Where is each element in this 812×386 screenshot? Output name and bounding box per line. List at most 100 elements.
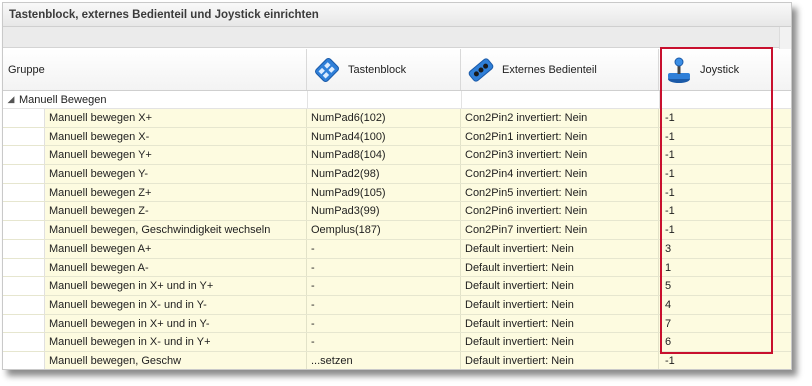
- column-header-external[interactable]: Externes Bedienteil: [461, 49, 659, 90]
- table-row[interactable]: Manuell bewegen Z+ NumPad9(105) Con2Pin5 i…: [3, 183, 791, 203]
- cell-joystick[interactable]: -1: [659, 351, 791, 369]
- cell-function[interactable]: Manuell bewegen Y-: [45, 165, 307, 183]
- cell-function[interactable]: Manuell bewegen in X+ und in Y+: [45, 277, 307, 295]
- cell-joystick[interactable]: 6: [659, 333, 791, 351]
- cell-function[interactable]: Manuell bewegen X+: [45, 109, 307, 127]
- cell-joystick[interactable]: 3: [659, 239, 791, 258]
- row-indent: [3, 146, 45, 165]
- cell-external[interactable]: Con2Pin7 invertiert: Nein: [461, 221, 659, 239]
- cell-keypad[interactable]: ...setzen: [307, 351, 461, 369]
- column-header-joystick[interactable]: Joystick: [659, 49, 791, 90]
- cell-external[interactable]: Default invertiert: Nein: [461, 333, 659, 351]
- cell-joystick[interactable]: -1: [659, 183, 791, 202]
- keypad-icon: [315, 57, 339, 82]
- cell-keypad[interactable]: NumPad8(104): [307, 146, 461, 165]
- cell-external[interactable]: Default invertiert: Nein: [461, 314, 659, 333]
- cell-external[interactable]: Con2Pin6 invertiert: Nein: [461, 202, 659, 221]
- cell-function[interactable]: Manuell bewegen, Geschwindigkeit wechsel…: [45, 221, 307, 239]
- row-indent: [3, 127, 45, 146]
- cell-keypad[interactable]: NumPad4(100): [307, 127, 461, 146]
- row-indent: [3, 202, 45, 221]
- cell-function[interactable]: Manuell bewegen Z-: [45, 202, 307, 221]
- cell-external[interactable]: Default invertiert: Nein: [461, 295, 659, 314]
- column-header-keypad[interactable]: Tastenblock: [307, 49, 461, 90]
- cell-function[interactable]: Manuell bewegen A+: [45, 239, 307, 258]
- cell-keypad[interactable]: -: [307, 314, 461, 333]
- cell-joystick[interactable]: 7: [659, 314, 791, 333]
- row-indent: [3, 239, 45, 258]
- group-row-keypad-cell: [307, 91, 461, 108]
- cell-joystick[interactable]: 5: [659, 277, 791, 295]
- cell-joystick[interactable]: -1: [659, 127, 791, 146]
- cell-keypad[interactable]: -: [307, 258, 461, 277]
- cell-function[interactable]: Manuell bewegen X-: [45, 127, 307, 146]
- cell-external[interactable]: Con2Pin1 invertiert: Nein: [461, 127, 659, 146]
- group-row-external-cell: [461, 91, 659, 108]
- column-header-external-label: Externes Bedienteil: [502, 63, 597, 76]
- cell-keypad[interactable]: Oemplus(187): [307, 221, 461, 239]
- table-row[interactable]: Manuell bewegen, Geschw ...setzen Default …: [3, 351, 791, 369]
- column-header-group[interactable]: Gruppe: [3, 49, 307, 90]
- cell-external[interactable]: Default invertiert: Nein: [461, 258, 659, 277]
- row-indent: [3, 277, 45, 295]
- cell-external[interactable]: Con2Pin3 invertiert: Nein: [461, 146, 659, 165]
- table-row[interactable]: Manuell bewegen, Geschwindigkeit wechsel…: [3, 221, 791, 240]
- cell-function[interactable]: Manuell bewegen in X+ und in Y-: [45, 314, 307, 333]
- table-row[interactable]: Manuell bewegen in X+ und in Y+ - Default …: [3, 277, 791, 296]
- cell-joystick[interactable]: -1: [659, 109, 791, 127]
- table-row[interactable]: Manuell bewegen A- - Default invertiert: N…: [3, 258, 791, 278]
- cell-function[interactable]: Manuell bewegen in X- und in Y-: [45, 295, 307, 314]
- row-indent: [3, 183, 45, 202]
- row-indent: [3, 314, 45, 333]
- cell-keypad[interactable]: -: [307, 333, 461, 351]
- cell-keypad[interactable]: NumPad3(99): [307, 202, 461, 221]
- cell-external[interactable]: Con2Pin4 invertiert: Nein: [461, 165, 659, 183]
- control-panel-icon: [468, 57, 494, 82]
- group-row-joystick-cell: [659, 91, 791, 108]
- row-indent: [3, 165, 45, 183]
- group-row-label: Manuell Bewegen: [19, 93, 107, 106]
- cell-keypad[interactable]: -: [307, 239, 461, 258]
- cell-function[interactable]: Manuell bewegen in X- und in Y+: [45, 333, 307, 351]
- group-panel[interactable]: [3, 27, 791, 48]
- row-indent: [3, 109, 45, 127]
- cell-external[interactable]: Default invertiert: Nein: [461, 239, 659, 258]
- cell-external[interactable]: Con2Pin5 invertiert: Nein: [461, 183, 659, 202]
- cell-joystick[interactable]: -1: [659, 221, 791, 239]
- table-row[interactable]: Manuell bewegen in X+ und in Y- - Default …: [3, 314, 791, 334]
- table-row[interactable]: Manuell bewegen Y+ NumPad8(104) Con2Pin3 i…: [3, 146, 791, 166]
- table-row[interactable]: Manuell bewegen Z- NumPad3(99) Con2Pin6 in…: [3, 202, 791, 222]
- row-indent: [3, 295, 45, 314]
- cell-function[interactable]: Manuell bewegen Y+: [45, 146, 307, 165]
- grid-rows: Manuell bewegen X+ NumPad6(102) Con2Pin2 i…: [3, 109, 791, 369]
- cell-keypad[interactable]: NumPad6(102): [307, 109, 461, 127]
- cell-joystick[interactable]: -1: [659, 165, 791, 183]
- column-header-keypad-label: Tastenblock: [348, 63, 407, 76]
- cell-external[interactable]: Default invertiert: Nein: [461, 277, 659, 295]
- table-row[interactable]: Manuell bewegen in X- und in Y+ - Default …: [3, 333, 791, 352]
- cell-external[interactable]: Con2Pin2 invertiert: Nein: [461, 109, 659, 127]
- cell-external[interactable]: Default invertiert: Nein: [461, 351, 659, 369]
- group-row[interactable]: ◢ Manuell Bewegen: [3, 91, 791, 109]
- cell-joystick[interactable]: 1: [659, 258, 791, 277]
- cell-keypad[interactable]: NumPad2(98): [307, 165, 461, 183]
- cell-function[interactable]: Manuell bewegen A-: [45, 258, 307, 277]
- assignment-grid: Gruppe Tastenblock Externes Bedienteil J…: [3, 49, 791, 369]
- table-row[interactable]: Manuell bewegen X+ NumPad6(102) Con2Pin2 i…: [3, 109, 791, 128]
- cell-joystick[interactable]: -1: [659, 146, 791, 165]
- window-title: Tastenblock, externes Bedienteil und Joy…: [3, 3, 791, 27]
- row-indent: [3, 221, 45, 239]
- cell-joystick[interactable]: 4: [659, 295, 791, 314]
- table-row[interactable]: Manuell bewegen A+ - Default invertiert: N…: [3, 239, 791, 259]
- cell-function[interactable]: Manuell bewegen, Geschw: [45, 351, 307, 369]
- cell-keypad[interactable]: -: [307, 295, 461, 314]
- collapse-arrow-icon[interactable]: ◢: [3, 94, 19, 105]
- grid-header: Gruppe Tastenblock Externes Bedienteil J…: [3, 49, 791, 91]
- cell-keypad[interactable]: -: [307, 277, 461, 295]
- cell-function[interactable]: Manuell bewegen Z+: [45, 183, 307, 202]
- cell-joystick[interactable]: -1: [659, 202, 791, 221]
- table-row[interactable]: Manuell bewegen X- NumPad4(100) Con2Pin1 i…: [3, 127, 791, 147]
- table-row[interactable]: Manuell bewegen Y- NumPad2(98) Con2Pin4 in…: [3, 165, 791, 184]
- table-row[interactable]: Manuell bewegen in X- und in Y- - Default …: [3, 295, 791, 315]
- cell-keypad[interactable]: NumPad9(105): [307, 183, 461, 202]
